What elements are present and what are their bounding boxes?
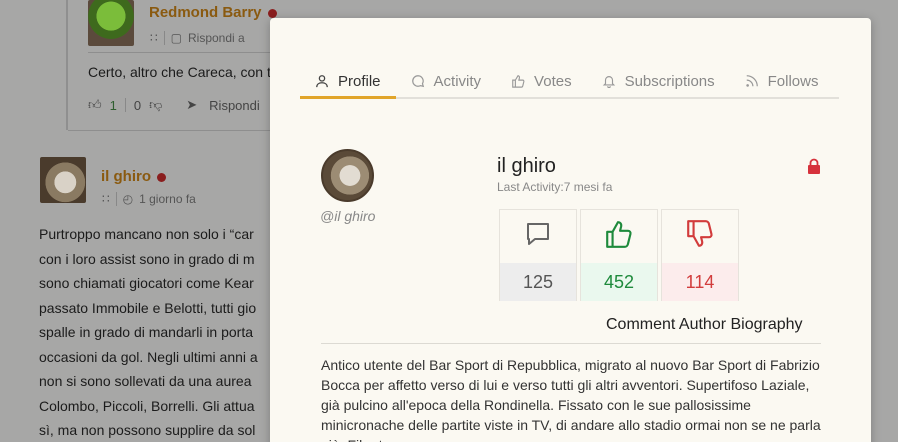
tab-label: Follows: [767, 72, 819, 90]
tab-follows[interactable]: Follows: [730, 65, 834, 97]
rss-icon[interactable]: ∷: [102, 192, 110, 206]
comment-line: sono chiamati giocatori come Kear: [39, 275, 254, 291]
comment-line: Colombo, Piccoli, Borrelli. Gli attua: [39, 397, 255, 414]
lock-icon: [806, 158, 822, 174]
bio-text: Antico utente del Bar Sport di Repubblic…: [321, 357, 821, 442]
avatar[interactable]: [40, 157, 86, 203]
upvotes-count: 452: [581, 263, 657, 301]
tab-profile[interactable]: Profile: [300, 65, 396, 99]
comment-line: spalle in grado di mandarli in porta: [39, 324, 254, 340]
comments-count: 125: [500, 263, 576, 301]
profile-name: il ghiro: [497, 155, 556, 177]
comment-icon: ▢: [170, 31, 182, 45]
divider: [68, 130, 278, 131]
comments-stat[interactable]: 125: [499, 209, 577, 301]
comment-author[interactable]: Redmond Barry: [149, 4, 277, 21]
downvotes-count: 114: [662, 263, 738, 301]
thumbs-down-icon: [685, 219, 715, 254]
comment-line: con i loro assist sono in grado di m: [39, 250, 255, 267]
comment-time: 1 giorno fa: [139, 192, 196, 206]
reply-button[interactable]: Rispondi: [209, 98, 260, 113]
status-dot: [157, 172, 166, 182]
comment-meta: ∷ ▢ Rispondi a: [150, 31, 245, 45]
chat-icon: [411, 74, 425, 88]
bio-title: Comment Author Biography: [606, 316, 803, 333]
upvote-count: 1: [109, 97, 117, 113]
divider: [163, 31, 165, 45]
thumbs-up-icon[interactable]: 👍︎: [88, 97, 102, 113]
downvote-count: 0: [133, 97, 142, 113]
profile-handle: @il ghiro: [320, 208, 376, 224]
thumbs-up-icon: [511, 74, 525, 88]
tab-activity[interactable]: Activity: [396, 65, 497, 97]
downvotes-stat[interactable]: 114: [661, 209, 739, 301]
comment-line: Purtroppo mancano non solo i “car: [39, 226, 254, 242]
reply-to-label[interactable]: Rispondi a: [188, 31, 245, 45]
profile-tabs: Profile Activity Votes Subscriptions Fol…: [300, 65, 839, 99]
profile-modal: Profile Activity Votes Subscriptions Fol…: [270, 18, 871, 442]
tab-votes[interactable]: Votes: [496, 65, 587, 97]
comment-text: Certo, altro che Careca, con t: [88, 64, 271, 80]
divider: [88, 52, 278, 53]
comment-author[interactable]: il ghiro: [101, 168, 166, 185]
upvotes-stat[interactable]: 452: [580, 209, 658, 301]
bio-divider: [321, 343, 821, 344]
rss-icon: [745, 74, 759, 88]
last-activity: Last Activity:7 mesi fa: [497, 180, 613, 194]
reply-arrow-icon[interactable]: ➤: [186, 97, 197, 113]
tab-label: Activity: [433, 72, 482, 90]
reply-thread-line: [66, 0, 68, 130]
divider: [115, 192, 117, 206]
thumbs-down-icon[interactable]: 👎︎: [149, 97, 162, 113]
user-icon: [315, 74, 329, 88]
divider: [124, 98, 126, 112]
status-dot: [267, 8, 277, 18]
clock-icon: ◴: [122, 192, 134, 206]
vote-bar: 👍︎ 1 0 👎︎ ➤ Rispondi: [88, 97, 260, 113]
thumbs-up-icon: [604, 219, 634, 254]
avatar[interactable]: [88, 0, 134, 46]
comment-line: occasioni da gol. Negli ultimi anni a: [39, 348, 258, 365]
comment-icon: [524, 220, 552, 253]
tab-label: Profile: [338, 72, 381, 90]
comment-line: sì, ma non possono supplire da sol: [39, 422, 256, 438]
bell-icon: [602, 74, 616, 88]
rss-icon[interactable]: ∷: [150, 31, 158, 45]
tab-label: Subscriptions: [624, 72, 715, 90]
tab-subscriptions[interactable]: Subscriptions: [587, 65, 730, 97]
comment-line: passato Immobile e Belotti, tutti gio: [39, 299, 257, 316]
tab-label: Votes: [534, 72, 572, 90]
comment-meta: ∷ ◴ 1 giorno fa: [102, 192, 196, 206]
comment-body: Purtroppo mancano non solo i “car con i …: [39, 222, 279, 442]
profile-avatar: [321, 149, 374, 202]
comment-line: non si sono sollevati da una aurea: [39, 373, 252, 389]
